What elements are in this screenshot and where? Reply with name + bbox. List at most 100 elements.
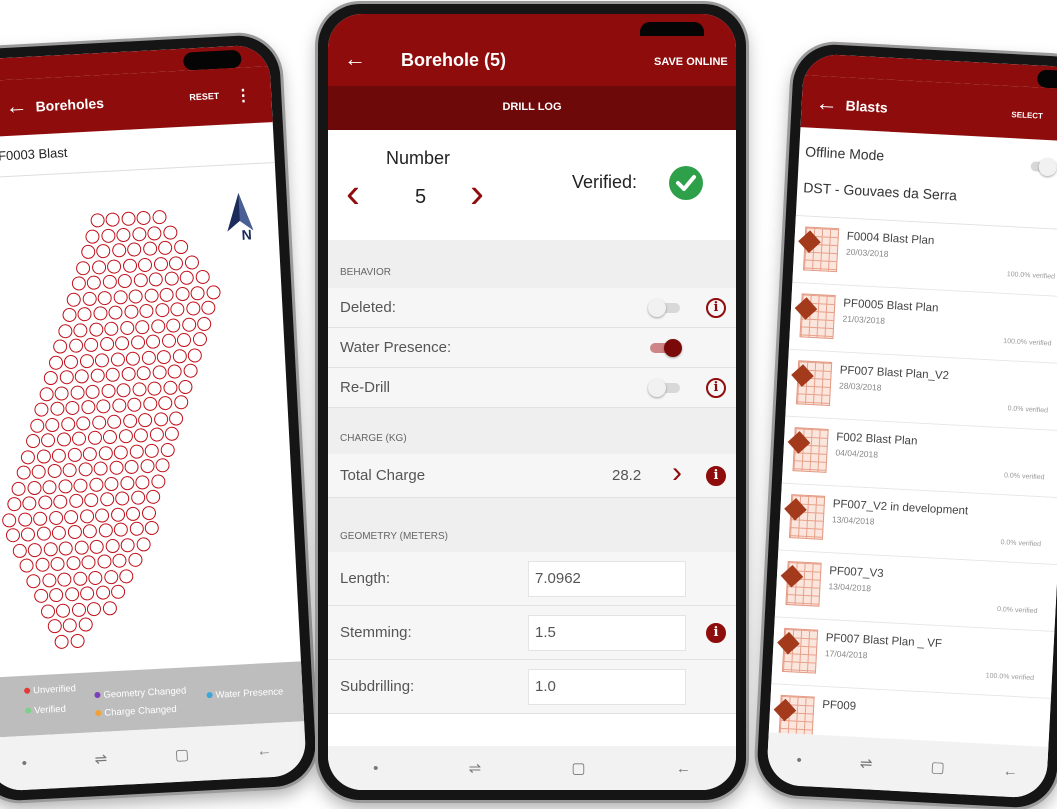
borehole-marker[interactable] (131, 226, 147, 242)
borehole-marker[interactable] (60, 416, 76, 432)
borehole-marker[interactable] (181, 316, 197, 332)
borehole-marker[interactable] (173, 394, 189, 410)
nav-back-icon[interactable]: ← (256, 742, 272, 760)
borehole-marker[interactable] (142, 241, 158, 257)
borehole-marker[interactable] (139, 303, 155, 319)
borehole-marker[interactable] (112, 553, 127, 569)
borehole-marker[interactable] (131, 381, 147, 397)
borehole-marker[interactable] (16, 465, 31, 480)
borehole-marker[interactable] (165, 317, 181, 333)
borehole-marker[interactable] (187, 347, 203, 363)
overflow-menu-icon[interactable]: ⋮ (1053, 108, 1057, 129)
borehole-marker[interactable] (190, 285, 206, 301)
chevron-right-icon[interactable]: › (672, 456, 682, 490)
borehole-marker[interactable] (117, 273, 133, 289)
borehole-marker[interactable] (119, 475, 135, 491)
borehole-marker[interactable] (39, 386, 54, 402)
borehole-marker[interactable] (77, 306, 93, 322)
verified-check-icon[interactable] (669, 166, 703, 200)
borehole-marker[interactable] (90, 368, 105, 383)
borehole-marker[interactable] (75, 260, 91, 276)
borehole-marker[interactable] (147, 380, 163, 396)
borehole-marker[interactable] (57, 571, 73, 587)
borehole-marker[interactable] (124, 304, 139, 320)
borehole-marker[interactable] (113, 289, 128, 305)
borehole-marker[interactable] (170, 301, 186, 317)
borehole-marker[interactable] (99, 336, 115, 352)
borehole-marker[interactable] (43, 370, 59, 386)
borehole-marker[interactable] (129, 443, 144, 459)
borehole-marker[interactable] (94, 352, 110, 368)
borehole-marker[interactable] (141, 505, 157, 520)
borehole-marker[interactable] (162, 224, 178, 240)
borehole-marker[interactable] (54, 385, 70, 401)
borehole-marker[interactable] (151, 209, 167, 225)
borehole-marker[interactable] (62, 462, 78, 478)
borehole-marker[interactable] (196, 316, 212, 331)
borehole-marker[interactable] (153, 411, 169, 427)
borehole-marker[interactable] (102, 600, 118, 616)
previous-number-button[interactable]: ‹ (346, 170, 360, 216)
borehole-marker[interactable] (80, 244, 96, 260)
borehole-marker[interactable] (17, 511, 33, 527)
borehole-marker[interactable] (42, 479, 58, 495)
borehole-marker[interactable] (48, 587, 64, 603)
borehole-marker[interactable] (71, 276, 87, 291)
borehole-marker[interactable] (47, 618, 63, 634)
borehole-marker[interactable] (168, 255, 184, 271)
borehole-marker[interactable] (105, 538, 120, 553)
borehole-marker[interactable] (113, 444, 129, 460)
borehole-marker[interactable] (119, 320, 135, 335)
borehole-marker[interactable] (206, 284, 221, 300)
borehole-marker[interactable] (156, 349, 172, 364)
borehole-marker[interactable] (136, 210, 151, 226)
behavior-toggle[interactable] (648, 299, 680, 317)
home-icon[interactable]: ▢ (174, 745, 189, 764)
borehole-marker[interactable] (45, 417, 61, 432)
borehole-marker[interactable] (183, 363, 198, 379)
borehole-marker[interactable] (146, 489, 161, 505)
borehole-marker[interactable] (93, 461, 109, 476)
borehole-marker[interactable] (147, 225, 162, 241)
borehole-marker[interactable] (105, 212, 120, 227)
borehole-marker[interactable] (70, 384, 85, 400)
tab-drill-log[interactable]: DRILL LOG (328, 86, 736, 130)
borehole-marker[interactable] (118, 428, 133, 444)
borehole-marker[interactable] (144, 287, 159, 303)
borehole-marker[interactable] (99, 491, 115, 507)
borehole-marker[interactable] (65, 400, 81, 416)
borehole-marker[interactable] (25, 433, 40, 449)
borehole-marker[interactable] (11, 481, 27, 496)
borehole-marker[interactable] (36, 448, 51, 464)
borehole-marker[interactable] (64, 509, 79, 525)
behavior-toggle[interactable] (650, 339, 682, 357)
borehole-marker[interactable] (33, 588, 49, 604)
borehole-marker[interactable] (40, 603, 56, 619)
borehole-marker[interactable] (80, 399, 96, 415)
borehole-marker[interactable] (73, 477, 89, 493)
borehole-marker[interactable] (19, 558, 35, 573)
total-charge-row[interactable]: Total Charge 28.2 › i (328, 454, 736, 498)
borehole-marker[interactable] (26, 480, 42, 495)
borehole-marker[interactable] (164, 271, 179, 286)
borehole-marker[interactable] (43, 541, 59, 557)
borehole-marker[interactable] (120, 211, 136, 227)
borehole-marker[interactable] (2, 512, 17, 528)
borehole-marker[interactable] (103, 320, 119, 336)
borehole-marker[interactable] (136, 536, 151, 552)
borehole-marker[interactable] (88, 476, 104, 492)
borehole-marker[interactable] (110, 584, 126, 600)
warning-info-icon[interactable]: i (706, 623, 726, 643)
borehole-marker[interactable] (86, 275, 102, 290)
nav-dot-icon[interactable]: • (21, 754, 27, 771)
borehole-marker[interactable] (162, 379, 178, 395)
borehole-marker[interactable] (47, 463, 62, 479)
warning-info-icon[interactable]: i (706, 466, 726, 486)
recent-apps-icon[interactable]: ⇌ (94, 750, 107, 769)
borehole-marker[interactable] (5, 527, 21, 543)
borehole-marker[interactable] (130, 490, 146, 505)
borehole-marker[interactable] (50, 556, 66, 572)
back-arrow-icon[interactable]: ← (5, 93, 28, 120)
borehole-marker[interactable] (82, 523, 98, 539)
borehole-marker[interactable] (89, 213, 105, 228)
